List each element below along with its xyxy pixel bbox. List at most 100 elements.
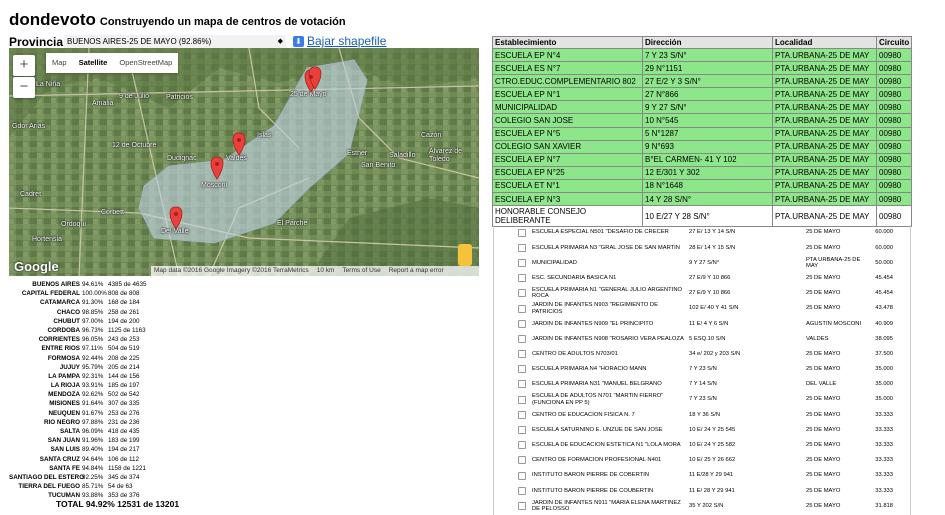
stats-province: SAN LUIS: [50, 446, 80, 454]
list-item-checkbox[interactable]: [518, 319, 526, 328]
stats-pct: 98.85%: [82, 308, 104, 316]
list-item: MUNICIPALIDAD 9 Y 27 S/N° PTA URBANA-25 DE…: [494, 255, 910, 270]
stats-pct: 91.96%: [82, 437, 104, 445]
stats-province: JUJUY: [59, 363, 80, 371]
stats-province: ENTRE RIOS: [41, 345, 81, 353]
stats-row: NEUQUEN 91.67% 253 de 276: [9, 409, 199, 418]
list-item-address: 5 ESQ.10 S/N: [689, 335, 726, 342]
table-cell: 00980: [876, 126, 912, 141]
table-row[interactable]: CTRO.EDUC.COMPLEMENTARIO 802 27 E/2 Y 3 S…: [492, 74, 912, 89]
province-select[interactable]: BUENOS AIRES-25 DE MAYO (92.86%) ◆: [64, 35, 286, 48]
list-item-checkbox[interactable]: [518, 350, 526, 359]
table-row[interactable]: COLEGIO SAN JOSE 10 N°545 PTA.URBANA-25 DE…: [492, 113, 912, 128]
list-item-checkbox[interactable]: [518, 304, 526, 313]
download-shapefile-label: Bajar shapefile: [307, 34, 387, 48]
table-row[interactable]: ESCUELA ES N°7 29 N°1151 PTA.URBANA-25 DE …: [492, 61, 912, 76]
map-view[interactable]: La Niña 9 de Julio Patricios Amalia 25 d…: [9, 48, 479, 276]
table-row[interactable]: ESCUELA EP N°3 14 Y 28 S/N° PTA.URBANA-25 …: [492, 192, 912, 207]
stats-count: 144 de 156: [108, 372, 140, 380]
list-item-checkbox[interactable]: [518, 456, 526, 465]
list-item-locality: PTA URBANA-25 DE MAY: [806, 256, 861, 269]
list-item-locality: 25 DE MAYO: [806, 305, 841, 312]
map-type-map[interactable]: Map: [46, 53, 73, 73]
table-cell: 18 N°1648: [642, 178, 773, 194]
list-item-checkbox[interactable]: [518, 486, 526, 495]
download-shapefile-link[interactable]: ⬇ Bajar shapefile: [293, 34, 386, 48]
list-item-name: JARDIN DE INFANTES N908 "ROSARIO VERA PE…: [532, 335, 684, 342]
stats-row: LA PAMPA 92.31% 144 de 156: [9, 372, 199, 381]
table-row[interactable]: ESCUELA ET N°1 18 N°1648 PTA.URBANA-25 DE …: [492, 178, 912, 194]
table-row[interactable]: MUNICIPALIDAD 9 Y 27 S/N° PTA.URBANA-25 DE…: [492, 100, 912, 115]
table-row[interactable]: HONORABLE CONSEJO DELIBERANTE 10 E/27 Y 2…: [492, 205, 912, 228]
list-item: JARDIN DE INFANTES N911 "MARIA ELENA MAR…: [494, 498, 910, 513]
list-item-checkbox[interactable]: [518, 365, 526, 374]
table-row[interactable]: ESCUELA EP N°7 B°EL CARMEN- 41 Y 102 PTA.U…: [492, 152, 912, 167]
list-item-checkbox[interactable]: [518, 380, 526, 389]
stats-pct: 94.61%: [82, 281, 104, 288]
table-row[interactable]: ESCUELA EP N°25 12 E/301 Y 302 PTA.URBANA-…: [492, 165, 912, 180]
stats-row: SAN JUAN 91.96% 183 de 199: [9, 436, 199, 445]
table-row[interactable]: ESCUELA EP N°1 27 N°866 PTA.URBANA-25 DE M…: [492, 87, 912, 102]
list-item-locality: 25 DE MAYO: [806, 290, 841, 297]
stats-count: 307 de 335: [108, 400, 140, 408]
stats-pct: 91.30%: [82, 299, 104, 307]
list-item-checkbox[interactable]: [518, 274, 526, 283]
table-cell: 00980: [876, 178, 912, 194]
map-type-satellite[interactable]: Satellite: [73, 53, 114, 73]
col-circuito: Circuito: [876, 36, 912, 49]
stats-province: FORMOSA: [47, 354, 80, 362]
list-item-score: 33.333: [875, 457, 893, 464]
list-item-address: 7 Y 23 S/N: [689, 366, 717, 373]
stats-province: LA PAMPA: [48, 372, 80, 380]
list-item: ESCUELA PRIMARIA N3 "GRAL JOSE DE SAN MA…: [494, 240, 910, 255]
terms-link[interactable]: Terms of Use: [342, 266, 380, 276]
list-item-locality: 25 DE MAYO: [806, 472, 841, 479]
table-cell: PTA.URBANA-25 DE MAY: [772, 113, 877, 128]
stats-total: TOTAL 94.92% 12531 de 13201: [56, 499, 179, 509]
list-item-checkbox[interactable]: [518, 289, 526, 298]
table-cell: 14 Y 28 S/N°: [642, 192, 773, 207]
report-error-link[interactable]: Report a map error: [389, 266, 444, 276]
list-item-name: CENTRO DE FORMACION PROFESIONAL N401: [532, 457, 662, 464]
stats-province: SANTIAGO DEL ESTERO: [9, 473, 85, 481]
list-item-checkbox[interactable]: [518, 441, 526, 450]
list-item-checkbox[interactable]: [518, 228, 526, 237]
app-subtitle: Construyendo un mapa de centros de votac…: [99, 16, 346, 28]
list-item-score: 33.333: [875, 442, 893, 449]
table-row[interactable]: ESCUELA EP N°5 5 N°1287 PTA.URBANA-25 DE M…: [492, 126, 912, 141]
map-label-hortensia: Hortensia: [32, 236, 62, 243]
stats-row: CORDOBA 96.73% 1125 de 1163: [9, 326, 199, 335]
list-item-address: 7 Y 14 S/N: [689, 381, 717, 388]
stats-pct: 96.05%: [82, 336, 104, 344]
list-item-score: 33.333: [875, 411, 893, 418]
list-item-checkbox[interactable]: [518, 410, 526, 419]
list-item-score: 35.000: [875, 396, 893, 403]
map-label-dudignac: Dudignac: [167, 155, 197, 162]
table-cell: PTA.URBANA-25 DE MAY: [772, 47, 877, 63]
col-direccion: Dirección: [642, 36, 773, 49]
list-item-checkbox[interactable]: [518, 395, 526, 404]
stats-count: 183 de 199: [108, 437, 140, 445]
table-cell: 9 Y 27 S/N°: [642, 100, 773, 115]
zoom-in-button[interactable]: +: [13, 55, 35, 76]
street-view-pegman-icon[interactable]: [458, 244, 472, 266]
list-item-checkbox[interactable]: [518, 501, 526, 510]
list-item-checkbox[interactable]: [518, 426, 526, 435]
stats-total-label: TOTAL: [56, 499, 84, 509]
table-cell: ESCUELA EP N°7: [492, 152, 643, 167]
list-item-name: ESCUELA PRIMARIA N31 "MANUEL BELGRANO: [532, 381, 662, 388]
zoom-out-button[interactable]: −: [13, 77, 35, 98]
map-type-openstreetmap[interactable]: OpenStreetMap: [113, 53, 178, 73]
list-item: CENTRO DE EDUCACION FISICA N. 7 18 Y 36 S…: [494, 407, 910, 422]
table-cell: 5 N°1287: [642, 126, 773, 141]
app-name: dondevoto: [9, 10, 96, 29]
table-row[interactable]: ESCUELA EP N°4 7 Y 23 S/N° PTA.URBANA-25 D…: [492, 47, 912, 63]
list-item-checkbox[interactable]: [518, 258, 526, 267]
list-item-checkbox[interactable]: [518, 243, 526, 252]
table-row[interactable]: COLEGIO SAN XAVIER 9 N°693 PTA.URBANA-25 D…: [492, 139, 912, 154]
list-item-score: 50.000: [875, 259, 893, 266]
list-item-checkbox[interactable]: [518, 334, 526, 343]
list-item-locality: 25 DE MAYO: [806, 244, 841, 251]
stats-row: JUJUY 95.79% 205 de 214: [9, 363, 199, 372]
list-item-checkbox[interactable]: [518, 471, 526, 480]
